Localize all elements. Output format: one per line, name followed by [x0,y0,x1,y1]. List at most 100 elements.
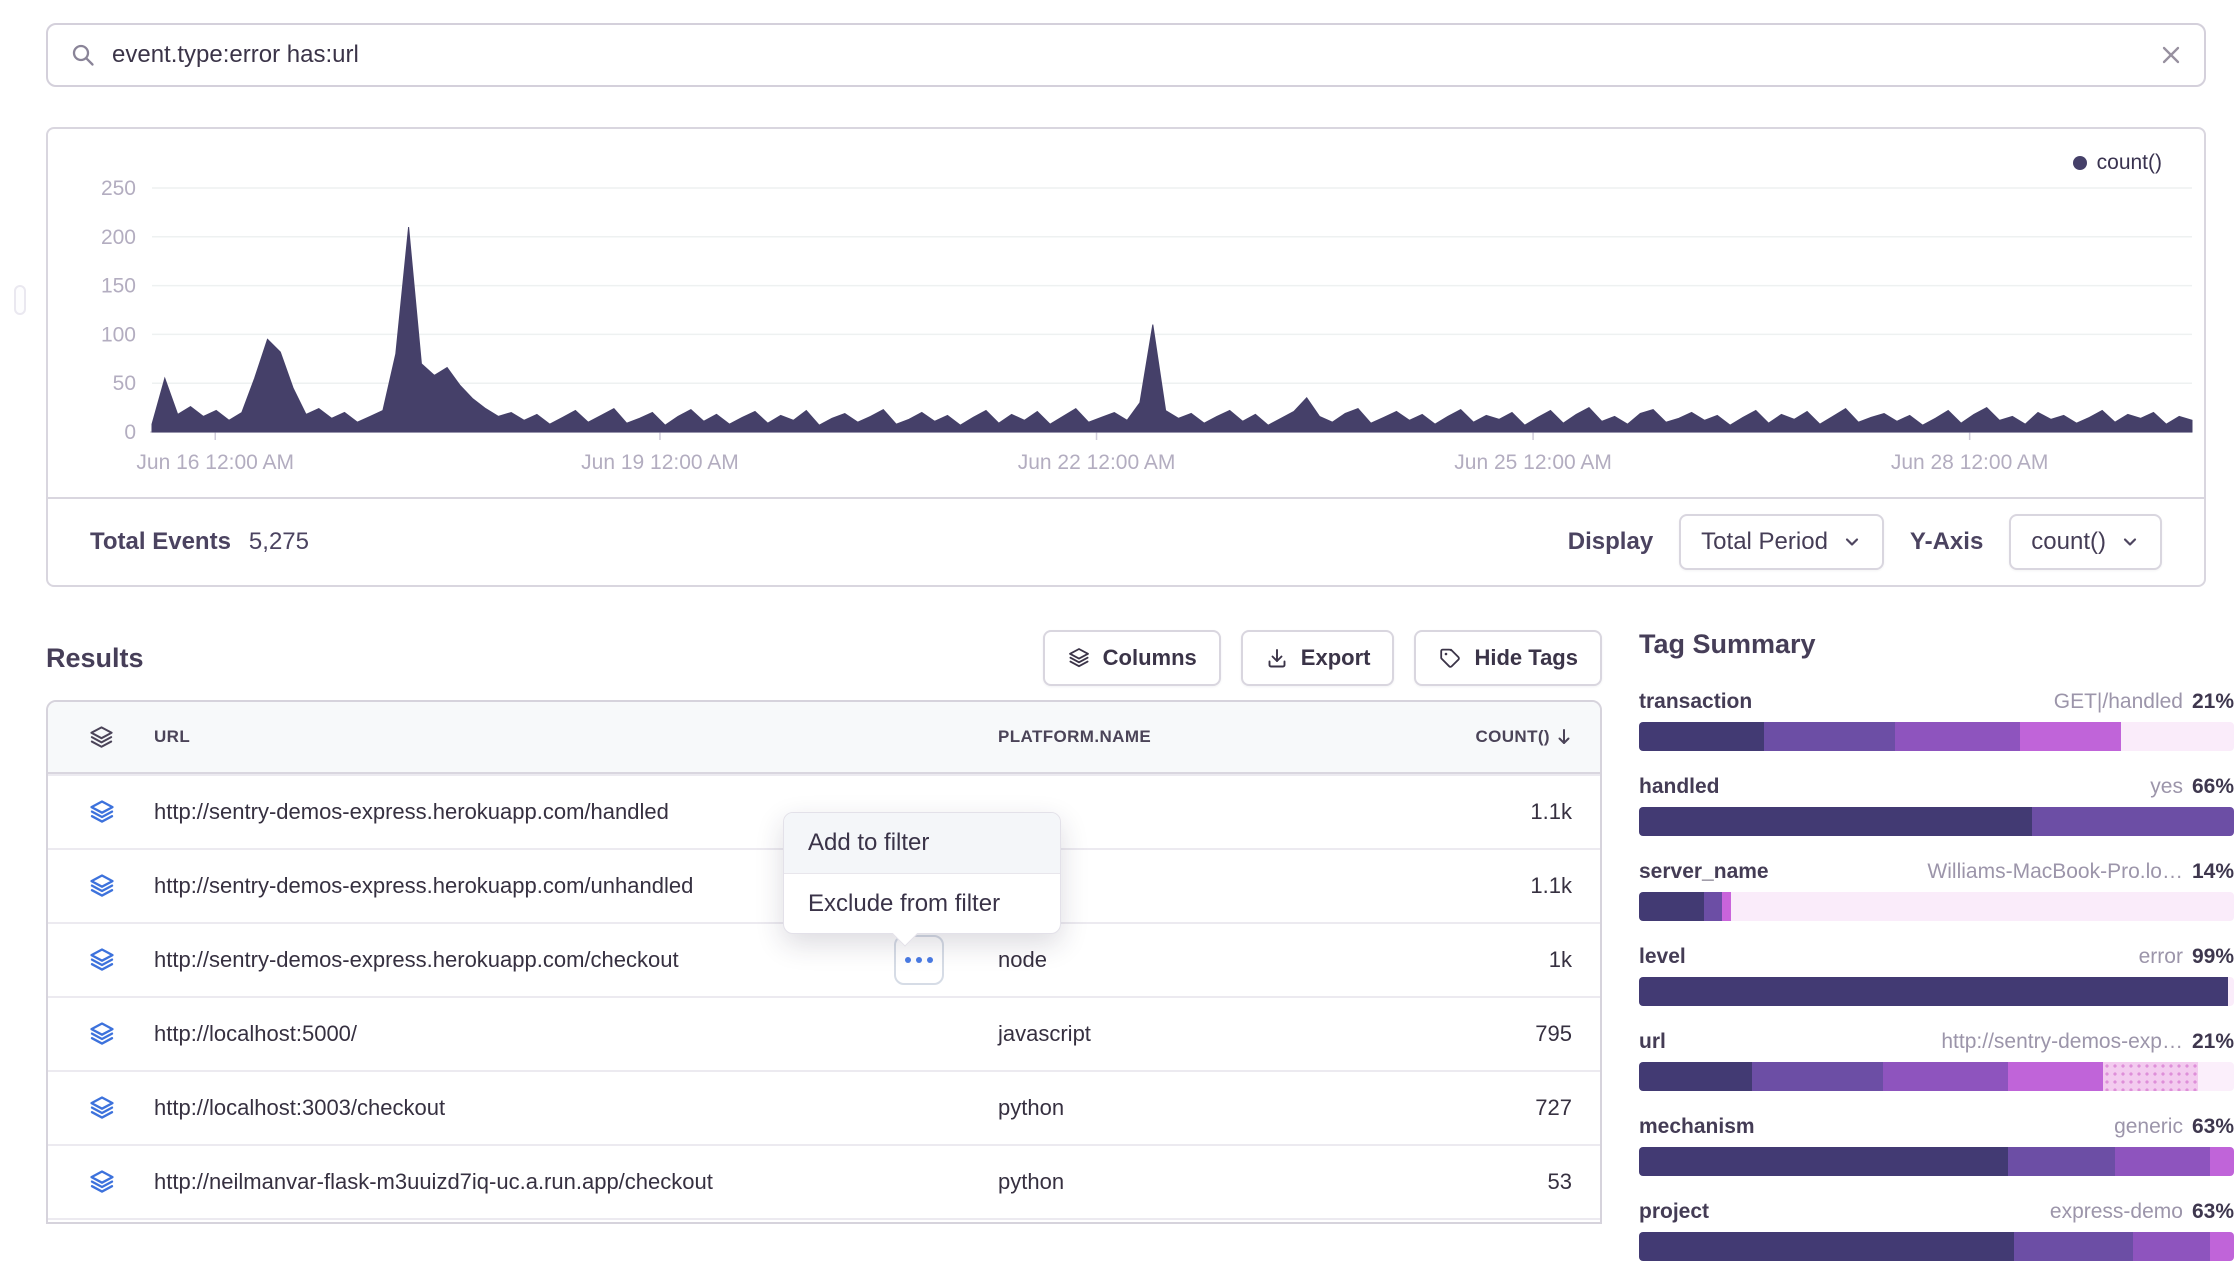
tag-bar-segment [1639,1232,2014,1261]
display-select-value: Total Period [1701,528,1828,556]
search-input[interactable] [112,41,2144,69]
column-header-url[interactable]: URL [132,727,998,747]
tag-distribution-bar[interactable] [1639,1062,2234,1091]
url-value[interactable]: http://localhost:5000/ [154,1021,357,1047]
tag-row-server-name: server_name Williams-MacBook-Pro.lo… 14% [1639,860,2234,921]
column-header-platform[interactable]: PLATFORM.NAME [998,727,1376,747]
tag-bar-segment [2228,977,2234,1006]
tag-row-handled: handled yes66% [1639,775,2234,836]
url-value[interactable]: http://sentry-demos-express.herokuapp.co… [154,947,679,973]
chart-footer: Total Events 5,275 Display Total Period … [48,497,2204,585]
tag-distribution-bar[interactable] [1639,807,2234,836]
tag-summary-title: Tag Summary [1639,629,2234,660]
tag-bar-segment [2210,1147,2234,1176]
svg-text:50: 50 [113,372,136,395]
tag-row-transaction: transaction GET|/handled21% [1639,690,2234,751]
tag-distribution-bar[interactable] [1639,977,2234,1006]
tag-row-mechanism: mechanism generic63% [1639,1115,2234,1176]
export-button[interactable]: Export [1241,630,1395,686]
tag-name: server_name [1639,860,1769,884]
tag-top-value: GET|/handled [2054,690,2183,714]
sort-desc-icon [1554,727,1574,747]
column-header-count[interactable]: COUNT() [1376,727,1600,747]
tag-bar-segment [2210,1232,2234,1261]
url-value[interactable]: http://neilmanvar-flask-m3uuizd7iq-uc.a.… [154,1169,713,1195]
platform-value: python [998,1169,1376,1195]
tag-bar-segment [2008,1147,2115,1176]
url-value[interactable]: http://sentry-demos-express.herokuapp.co… [154,873,693,899]
tag-bar-segment [1731,892,2234,921]
tag-name: handled [1639,775,1720,799]
display-select[interactable]: Total Period [1679,514,1884,570]
row-stack-icon [88,798,116,826]
row-stack-icon [88,1020,116,1048]
svg-text:200: 200 [101,226,136,249]
search-icon [70,42,96,68]
tag-bar-segment [2020,722,2121,751]
yaxis-select-value: count() [2031,528,2106,556]
row-stack-icon [88,1168,116,1196]
tag-bar-segment [2032,807,2234,836]
tag-bar-segment [1639,977,2228,1006]
svg-text:Jun 25 12:00 AM: Jun 25 12:00 AM [1454,451,1612,474]
tag-bar-segment [2014,1232,2133,1261]
menu-item-exclude-from-filter[interactable]: Exclude from filter [784,873,1060,933]
table-header-row: URL PLATFORM.NAME COUNT() [48,702,1600,774]
tag-bar-segment [1895,722,2020,751]
tag-bar-segment [2198,1062,2234,1091]
table-row[interactable]: http://neilmanvar-flask-m3uuizd7iq-uc.a.… [48,1144,1600,1218]
tag-distribution-bar[interactable] [1639,1147,2234,1176]
svg-text:100: 100 [101,323,136,346]
columns-button-label: Columns [1103,645,1197,671]
tag-bar-segment [1639,1147,2008,1176]
hide-tags-button-label: Hide Tags [1474,645,1578,671]
stack-icon [1067,646,1091,670]
svg-text:Jun 19 12:00 AM: Jun 19 12:00 AM [581,451,739,474]
tag-top-value: error [2139,945,2183,969]
tag-name: level [1639,945,1686,969]
menu-item-add-to-filter[interactable]: Add to filter [784,813,1060,873]
hide-tags-button[interactable]: Hide Tags [1414,630,1602,686]
table-row[interactable]: http://localhost:5000/ javascript 795 [48,996,1600,1070]
tag-bar-segment [2133,1232,2210,1261]
export-button-label: Export [1301,645,1371,671]
tag-name: project [1639,1200,1709,1224]
row-stack-icon [88,1094,116,1122]
tag-bar-segment [2008,1062,2103,1091]
tag-distribution-bar[interactable] [1639,892,2234,921]
tag-bar-segment [1752,1062,1883,1091]
count-value: 53 [1376,1169,1600,1195]
columns-button[interactable]: Columns [1043,630,1221,686]
platform-value: node [998,947,1376,973]
url-value[interactable]: http://localhost:3003/checkout [154,1095,445,1121]
chart-legend[interactable]: count() [2073,151,2162,175]
count-legend-dot [2073,156,2087,170]
tag-row-url: url http://sentry-demos-exp…21% [1639,1030,2234,1091]
yaxis-label: Y-Axis [1910,528,1983,556]
tag-top-value: Williams-MacBook-Pro.lo… [1927,860,2183,884]
clear-search-icon[interactable] [2160,44,2182,66]
url-value[interactable]: http://sentry-demos-express.herokuapp.co… [154,799,669,825]
table-row[interactable]: http://localhost:3003/checkout python 72… [48,1070,1600,1144]
legend-label: count() [2097,151,2162,175]
tag-bar-segment [1704,892,1722,921]
yaxis-select[interactable]: count() [2009,514,2162,570]
events-chart-panel: count() 050100150200250Jun 16 12:00 AMJu… [46,127,2206,587]
row-stack-icon [88,872,116,900]
total-events-label: Total Events [90,528,231,556]
tag-bar-segment [1639,1062,1752,1091]
tag-distribution-bar[interactable] [1639,1232,2234,1261]
table-stack-icon [88,724,115,751]
cell-actions-menu: Add to filter Exclude from filter [783,812,1061,934]
tag-bar-segment [2115,1147,2210,1176]
total-events-value: 5,275 [249,528,309,556]
svg-text:0: 0 [124,421,136,444]
tag-percent: 14% [2192,860,2234,884]
tag-top-value: yes [2150,775,2183,799]
panel-resize-handle[interactable] [14,285,26,315]
count-value: 795 [1376,1021,1600,1047]
tag-bar-segment [1639,722,1764,751]
tag-distribution-bar[interactable] [1639,722,2234,751]
tag-row-project: project express-demo63% [1639,1200,2234,1261]
svg-text:Jun 16 12:00 AM: Jun 16 12:00 AM [136,451,294,474]
